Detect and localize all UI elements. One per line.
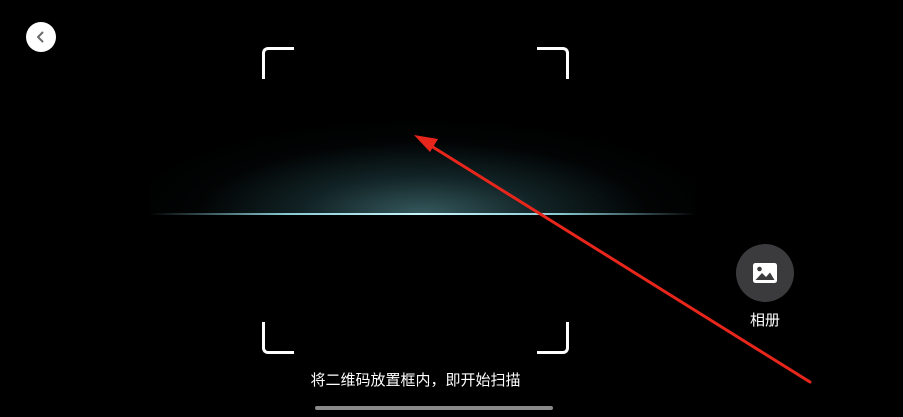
- chevron-left-icon: [37, 31, 44, 43]
- image-icon: [753, 263, 777, 283]
- scan-frame-corner-top-left: [262, 47, 294, 79]
- album-button[interactable]: [736, 244, 794, 302]
- album-label: 相册: [749, 311, 780, 329]
- scan-frame-corner-bottom-left: [262, 322, 294, 354]
- scan-frame-corner-bottom-right: [537, 322, 569, 354]
- home-indicator[interactable]: [315, 406, 553, 410]
- qr-scanner-screen: 相册 将二维码放置框内，即开始扫描: [0, 0, 903, 417]
- back-button[interactable]: [26, 22, 56, 52]
- scan-hint-text: 将二维码放置框内，即开始扫描: [310, 371, 521, 389]
- scan-frame: [262, 47, 569, 354]
- scan-frame-corner-top-right: [537, 47, 569, 79]
